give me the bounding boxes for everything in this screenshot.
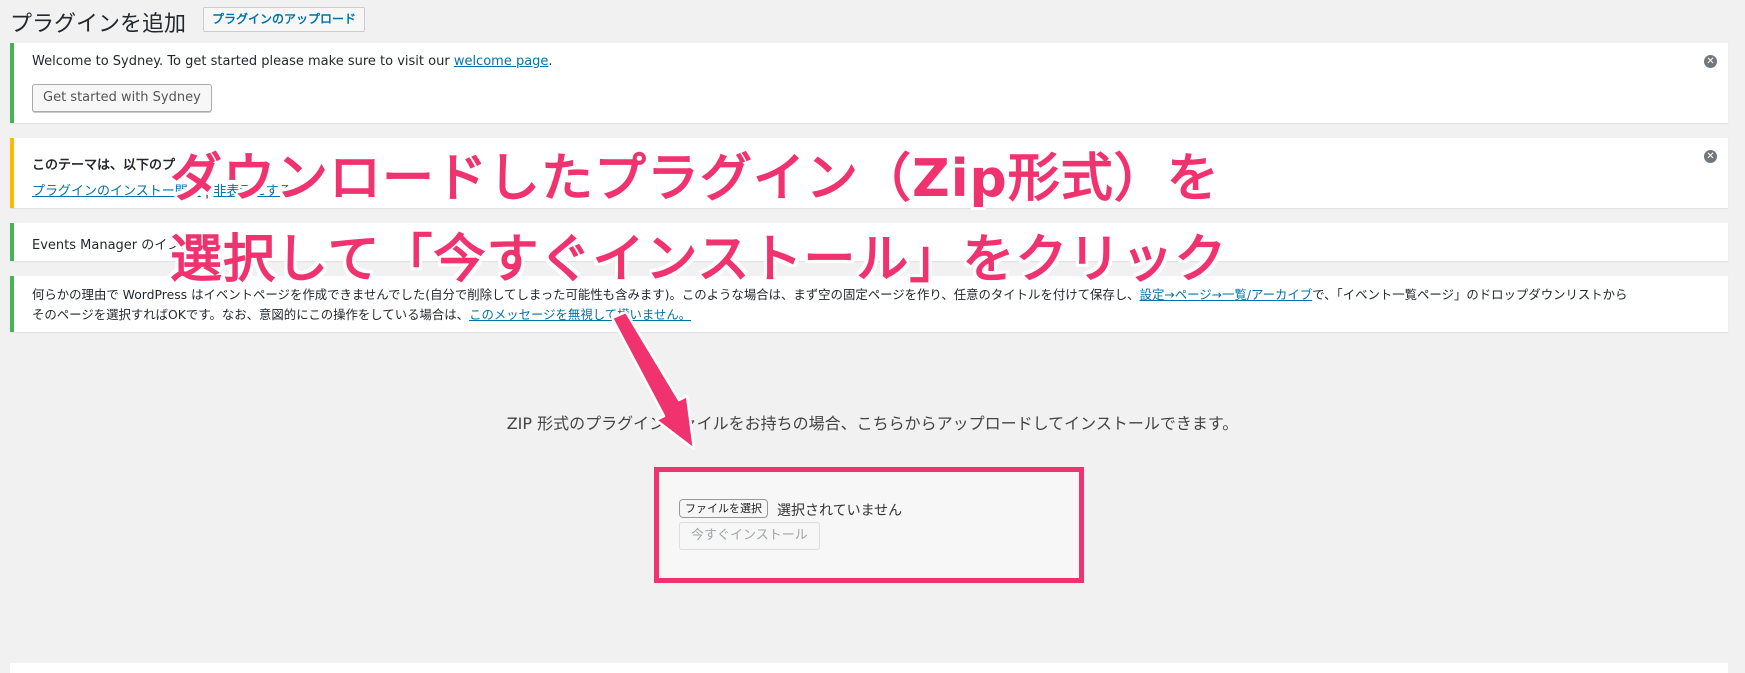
annotation-arrow-icon [610, 310, 696, 451]
bottom-panel [10, 663, 1728, 673]
